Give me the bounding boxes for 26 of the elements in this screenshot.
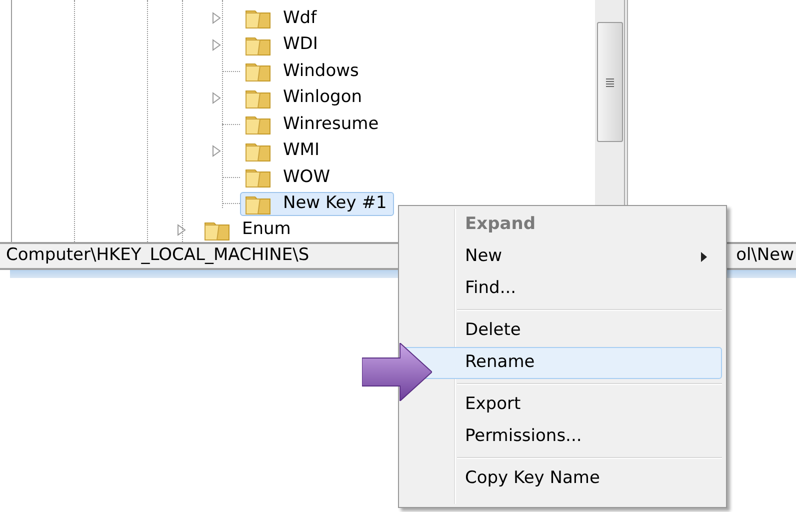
tree-item[interactable]: WDI [240,32,325,57]
status-path: ol\New [736,244,794,268]
expand-icon[interactable] [177,224,186,236]
expand-icon[interactable] [212,38,221,51]
arrow-drawing [362,343,432,401]
menu-item[interactable]: New [402,241,722,273]
tree-item[interactable]: Enum [200,217,291,242]
tree-item[interactable]: WMI [240,138,326,163]
tree-item[interactable]: Windows [240,59,366,84]
scrollbar-thumb[interactable] [597,22,623,142]
menu-item[interactable]: Export [402,389,722,421]
tree-item[interactable]: Winresume [240,112,386,136]
expand-icon[interactable] [212,144,221,157]
menu-item[interactable]: Find... [402,273,722,305]
tree-item[interactable]: Winlogon [240,86,370,110]
menu-item[interactable]: Permissions... [402,421,722,453]
status-path: Computer\HKEY_LOCAL_MACHINE\S [6,244,310,268]
expand-icon[interactable] [212,12,221,24]
submenu-arrow-icon [701,252,707,262]
tree-item[interactable]: Wdf [240,6,324,30]
menu-item[interactable]: Delete [402,315,722,347]
tree-item[interactable]: WOW [240,165,337,190]
menu-item[interactable]: Copy Key Name [402,463,722,495]
tree-item[interactable]: New Key #1 [240,192,394,216]
expand-icon[interactable] [212,92,221,104]
grip-icon [606,78,614,86]
